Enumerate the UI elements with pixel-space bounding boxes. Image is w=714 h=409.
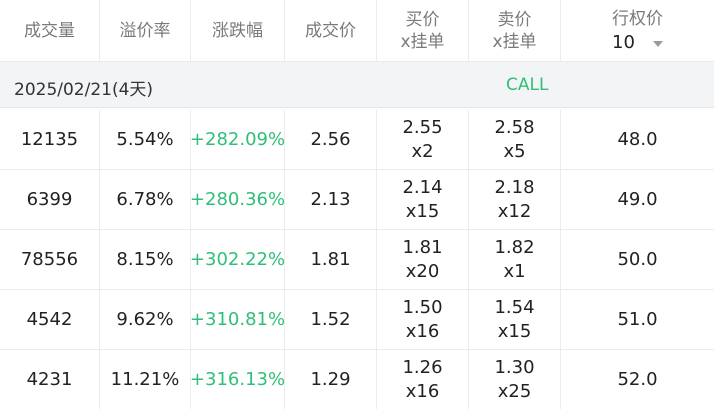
header-bid[interactable]: 买价 x挂单 [377,0,469,61]
bid-size: x16 [405,320,440,342]
header-strike-label: 行权价 [612,8,663,29]
last-price-cell: 1.81 [285,230,377,289]
premium-cell: 5.54% [100,110,191,169]
last-price-cell: 2.13 [285,170,377,229]
expiry-section-header[interactable]: 2025/02/21(4天) CALL [0,62,714,108]
ask-price: 2.18 [494,176,535,198]
header-ask-size-label: x挂单 [492,31,537,52]
header-volume[interactable]: 成交量 [0,0,100,61]
ask-price: 1.30 [494,356,535,378]
last-price-cell: 2.56 [285,110,377,169]
strike-cell: 50.0 [617,248,658,270]
change-cell: +316.13% [190,350,285,409]
header-volume-label: 成交量 [24,20,75,41]
bid-price: 1.50 [402,296,443,318]
header-change-label: 涨跌幅 [212,20,263,41]
premium-cell: 9.62% [100,290,191,349]
table-header: 成交量 溢价率 涨跌幅 成交价 买价 x挂单 卖价 x挂单 行权价 10 [0,0,714,62]
bid-cell: 2.14 x15 [377,170,469,229]
table-row[interactable]: 78556 8.15% +302.22% 1.81 1.81 x20 1.82 … [0,230,714,290]
volume-cell: 4542 [0,290,100,349]
ask-size: x1 [503,260,526,282]
option-rows: 12135 5.54% +282.09% 2.56 2.55 x2 2.58 x… [0,110,714,409]
table-row[interactable]: 4542 9.62% +310.81% 1.52 1.50 x16 1.54 x… [0,290,714,350]
header-bid-size-label: x挂单 [400,31,445,52]
change-cell: +280.36% [190,170,285,229]
volume-cell: 4231 [0,350,100,409]
volume-cell: 12135 [0,110,100,169]
bid-size: x16 [405,380,440,402]
call-label: CALL [506,75,549,95]
strike-cell: 52.0 [617,368,658,390]
bid-size: x20 [405,260,440,282]
ask-cell: 1.30 x25 [469,350,561,409]
table-row[interactable]: 6399 6.78% +280.36% 2.13 2.14 x15 2.18 x… [0,170,714,230]
last-price-cell: 1.29 [285,350,377,409]
bid-price: 1.81 [402,236,443,258]
expiry-date: 2025/02/21(4天) [14,80,154,100]
bid-price: 2.55 [402,116,443,138]
change-cell: +310.81% [190,290,285,349]
ask-cell: 2.18 x12 [469,170,561,229]
ask-size: x25 [497,380,532,402]
strike-cell: 48.0 [617,128,658,150]
change-cell: +302.22% [190,230,285,289]
header-strike: 行权价 10 [561,0,714,61]
ask-price: 1.54 [494,296,535,318]
strike-header-group: 行权价 10 [612,8,663,54]
table-row[interactable]: 12135 5.54% +282.09% 2.56 2.55 x2 2.58 x… [0,110,714,170]
bid-size: x2 [411,140,434,162]
strike-count-value: 10 [612,31,635,53]
bid-cell: 1.26 x16 [377,350,469,409]
bid-price: 2.14 [402,176,443,198]
premium-cell: 11.21% [100,350,191,409]
header-change[interactable]: 涨跌幅 [191,0,285,61]
strike-cell: 49.0 [617,188,658,210]
bid-cell: 1.50 x16 [377,290,469,349]
change-cell: +282.09% [190,110,285,169]
header-last-price[interactable]: 成交价 [285,0,377,61]
ask-price: 1.82 [494,236,535,258]
ask-price: 2.58 [494,116,535,138]
bid-cell: 2.55 x2 [377,110,469,169]
volume-cell: 78556 [0,230,100,289]
bid-price: 1.26 [402,356,443,378]
premium-cell: 6.78% [100,170,191,229]
header-premium-label: 溢价率 [119,20,171,41]
option-chain-table: 成交量 溢价率 涨跌幅 成交价 买价 x挂单 卖价 x挂单 行权价 10 202… [0,0,714,409]
ask-cell: 1.54 x15 [469,290,561,349]
bid-size: x15 [405,200,440,222]
header-premium[interactable]: 溢价率 [100,0,191,61]
ask-size: x12 [497,200,532,222]
volume-cell: 6399 [0,170,100,229]
ask-size: x15 [497,320,532,342]
strike-count-dropdown[interactable]: 10 [612,32,663,54]
strike-cell: 51.0 [617,308,658,330]
last-price-cell: 1.52 [285,290,377,349]
header-ask[interactable]: 卖价 x挂单 [469,0,561,61]
header-last-price-label: 成交价 [305,20,356,41]
bid-cell: 1.81 x20 [377,230,469,289]
table-row[interactable]: 4231 11.21% +316.13% 1.29 1.26 x16 1.30 … [0,350,714,409]
header-bid-label: 买价 [405,9,440,30]
header-ask-label: 卖价 [497,9,532,30]
premium-cell: 8.15% [100,230,191,289]
ask-size: x5 [503,140,526,162]
ask-cell: 1.82 x1 [469,230,561,289]
chevron-down-icon [652,40,663,47]
ask-cell: 2.58 x5 [469,110,561,169]
